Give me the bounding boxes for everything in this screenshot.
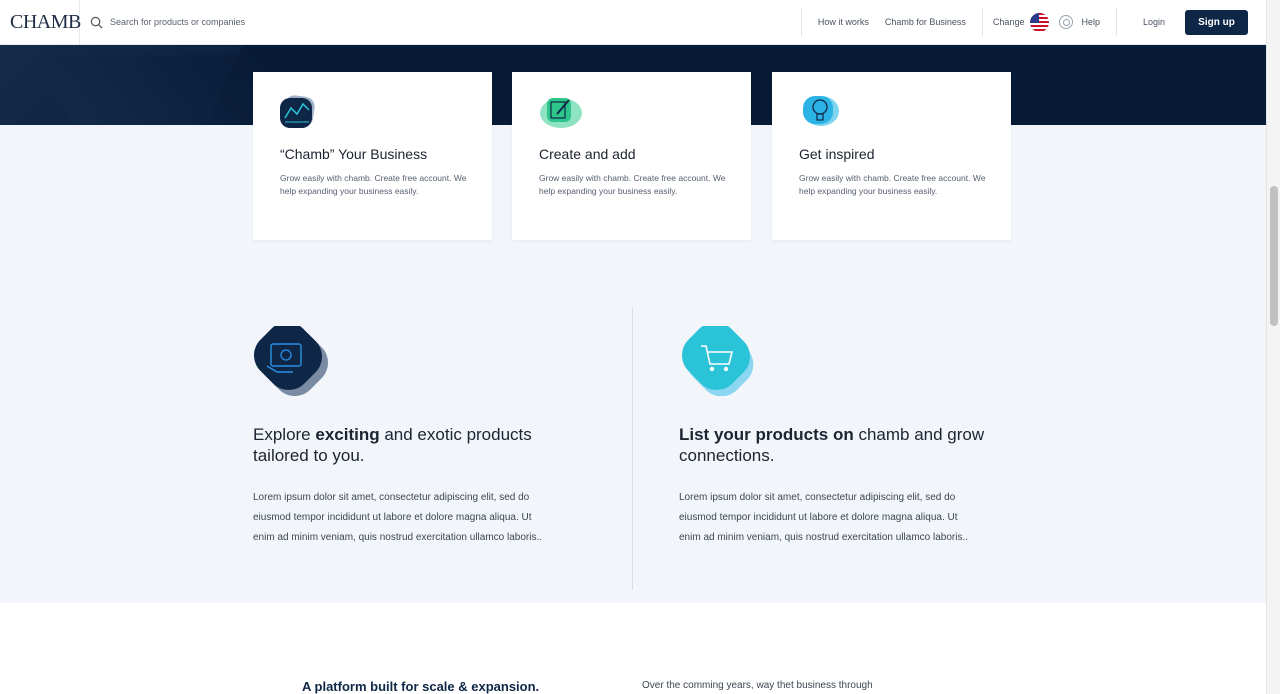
card-get-inspired: Get inspired Grow easily with chamb. Cre… xyxy=(772,72,1011,240)
search-bar[interactable] xyxy=(80,0,801,45)
platform-section: A platform built for scale & expansion. … xyxy=(0,603,1266,694)
money-hand-icon xyxy=(253,321,329,397)
shopping-cart-icon xyxy=(679,321,755,397)
signup-button[interactable]: Sign up xyxy=(1185,9,1248,35)
platform-heading: A platform built for scale & expansion. xyxy=(302,679,540,694)
feature-text: Lorem ipsum dolor sit amet, consectetur … xyxy=(679,492,969,543)
card-text: Grow easily with chamb. Create free acco… xyxy=(539,173,726,196)
chamb-for-business-link[interactable]: Chamb for Business xyxy=(877,17,982,27)
search-icon xyxy=(90,16,103,28)
chart-icon xyxy=(280,94,316,130)
scrollbar-thumb[interactable] xyxy=(1270,186,1278,326)
platform-text: Over the comming years, way thet busines… xyxy=(642,680,873,691)
chamb-logo[interactable]: CHAMB xyxy=(0,0,81,45)
nav-links: How it works Chamb for Business Change H… xyxy=(800,0,1266,45)
feature-text: Lorem ipsum dolor sit amet, consectetur … xyxy=(253,492,543,543)
search-input[interactable] xyxy=(110,17,410,27)
lightbulb-icon xyxy=(799,94,839,130)
us-flag-icon[interactable] xyxy=(1030,12,1050,32)
card-text: Grow easily with chamb. Create free acco… xyxy=(799,173,986,196)
help-lifebuoy-icon[interactable] xyxy=(1059,15,1074,29)
card-title: Get inspired xyxy=(799,146,875,162)
card-title: Create and add xyxy=(539,146,636,162)
feature-list-products: List your products on chamb and grow con… xyxy=(679,321,999,548)
pencil-edit-icon xyxy=(539,94,582,130)
feature-title: Explore exciting and exotic products tai… xyxy=(253,425,532,465)
card-title: “Chamb” Your Business xyxy=(280,146,428,162)
page-scrollbar[interactable] xyxy=(1266,0,1280,694)
change-language-link[interactable]: Change xyxy=(983,17,1025,27)
card-create-and-add: Create and add Grow easily with chamb. C… xyxy=(512,72,751,240)
login-link[interactable]: Login xyxy=(1117,17,1173,27)
section-divider xyxy=(632,308,633,590)
how-it-works-link[interactable]: How it works xyxy=(802,17,877,27)
top-navbar: CHAMB How it works Chamb for Business Ch… xyxy=(0,0,1266,45)
features-section: Explore exciting and exotic products tai… xyxy=(0,308,1266,603)
feature-title: List your products on chamb and grow con… xyxy=(679,425,985,465)
feature-explore: Explore exciting and exotic products tai… xyxy=(253,321,573,548)
help-link[interactable]: Help xyxy=(1077,17,1116,27)
card-chamb-business: “Chamb” Your Business Grow easily with c… xyxy=(253,72,492,240)
card-text: Grow easily with chamb. Create free acco… xyxy=(280,173,467,196)
